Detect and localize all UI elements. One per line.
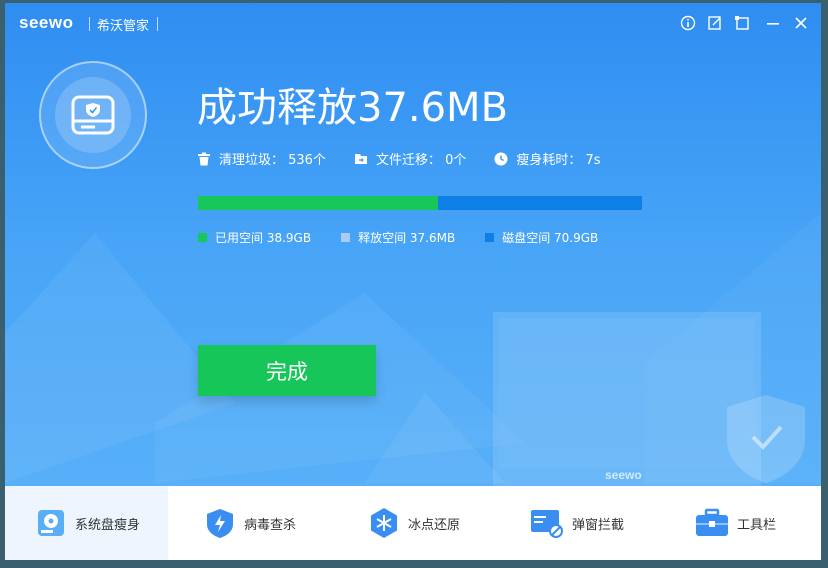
stat-files-migrated: 文件迁移： 0个	[354, 149, 466, 168]
disk-slim-icon	[38, 510, 64, 536]
legend-swatch	[341, 233, 351, 242]
toolbox-icon	[696, 508, 728, 536]
disk-hero-icon	[39, 61, 147, 169]
minimize-icon[interactable]	[763, 13, 783, 33]
title-bar: seewo 希沃管家	[5, 3, 821, 43]
nav-freeze-restore[interactable]: 冰点还原	[331, 486, 494, 560]
legend-disk: 磁盘空间 70.9GB	[485, 229, 598, 246]
usage-legend: 已用空间 38.9GB 释放空间 37.6MB 磁盘空间 70.9GB	[198, 229, 628, 246]
title-separator	[89, 17, 90, 31]
title-separator	[157, 17, 158, 31]
popup-block-icon	[531, 510, 563, 538]
legend-label: 磁盘空间 70.9GB	[502, 231, 599, 245]
monitor-illustration	[493, 312, 761, 490]
nav-label: 弹窗拦截	[572, 517, 625, 533]
nav-label: 系统盘瘦身	[75, 517, 141, 533]
legend-label: 已用空间 38.9GB	[215, 231, 312, 245]
clock-icon	[494, 152, 508, 165]
nav-system-disk-slim[interactable]: 系统盘瘦身	[5, 486, 168, 560]
nav-toolbar[interactable]: 工具栏	[657, 486, 821, 560]
feedback-icon[interactable]	[705, 13, 725, 33]
skin-icon[interactable]	[732, 13, 752, 33]
snowflake-icon	[371, 508, 397, 538]
nav-label: 冰点还原	[408, 517, 461, 533]
nav-label: 病毒查杀	[244, 517, 297, 533]
seewo-logo: seewo	[19, 13, 74, 32]
used-space-fill	[198, 196, 438, 210]
stat-label: 文件迁移： 0个	[375, 153, 467, 168]
stat-duration: 瘦身耗时： 7s	[494, 149, 601, 168]
nav-popup-block[interactable]: 弹窗拦截	[494, 486, 657, 560]
cleanup-stats: 清理垃圾： 536个 文件迁移： 0个 瘦身耗时： 7s	[197, 149, 629, 168]
stat-label: 瘦身耗时： 7s	[516, 153, 601, 168]
trash-icon	[198, 152, 210, 165]
done-button[interactable]: 完成	[198, 345, 376, 396]
result-headline: 成功释放37.6MB	[197, 85, 509, 131]
legend-swatch	[198, 233, 207, 242]
nav-label: 工具栏	[737, 517, 777, 533]
folder-move-icon	[354, 153, 367, 164]
close-icon[interactable]	[791, 13, 811, 33]
legend-freed: 释放空间 37.6MB	[341, 229, 455, 246]
bottom-nav: 系统盘瘦身 病毒查杀 冰点还原 弹窗拦截 工具栏	[5, 486, 821, 560]
legend-swatch	[485, 233, 495, 242]
legend-label: 释放空间 37.6MB	[358, 231, 456, 245]
nav-virus-scan[interactable]: 病毒查杀	[168, 486, 331, 560]
legend-used: 已用空间 38.9GB	[198, 229, 311, 246]
monitor-watermark: seewo	[605, 468, 642, 482]
disk-usage-bar	[198, 196, 642, 210]
stat-label: 清理垃圾： 536个	[219, 153, 326, 168]
stat-junk-cleaned: 清理垃圾： 536个	[197, 149, 326, 168]
antivirus-shield-icon	[207, 509, 233, 538]
info-icon[interactable]	[678, 13, 698, 33]
shield-check-illustration	[727, 395, 805, 483]
app-window: seewo 希沃管家 成功释放37.6MB 清理垃圾： 536个 文件迁移： 0…	[5, 3, 821, 560]
app-title: 希沃管家	[97, 19, 150, 34]
